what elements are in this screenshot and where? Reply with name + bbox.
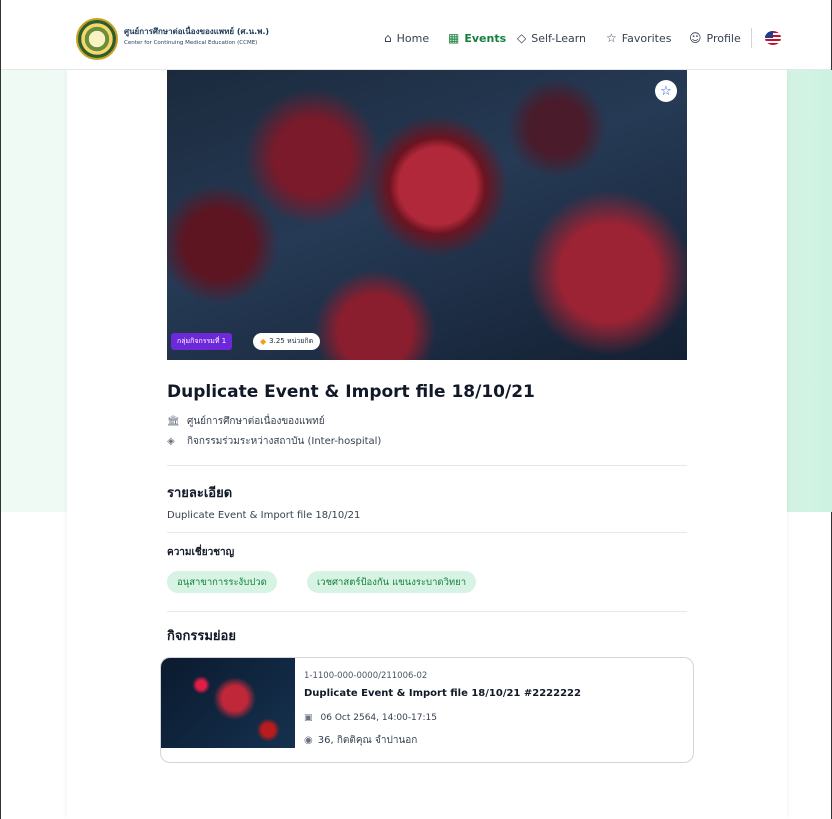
sub-event-card[interactable]: 1-1100-000-0000/211006-02 Duplicate Even…: [160, 657, 694, 763]
logo-title-english: Center for Continuing Medical Education …: [124, 40, 258, 46]
calendar-icon: ▣: [304, 713, 313, 723]
category-label: กิจกรรมร่วมระหว่างสถาบัน (Inter-hospital…: [187, 436, 382, 447]
nav-self-learn[interactable]: ◇ Self-Learn: [517, 30, 586, 46]
event-title: Duplicate Event & Import file 18/10/21: [167, 382, 535, 402]
activity-group-badge: กลุ่มกิจกรรมที่ 1: [171, 333, 233, 350]
nav-profile[interactable]: ☺ Profile: [689, 30, 741, 46]
organizer-label: ศูนย์การศึกษาต่อเนื่องของแพทย์: [187, 416, 325, 427]
smile-icon: ☺: [689, 31, 702, 45]
expertise-chip[interactable]: เวชศาสตร์ป้องกัน แขนงระบาดวิทยา: [307, 571, 477, 593]
institution-icon: 🏛: [167, 416, 180, 427]
nav-divider: [751, 28, 752, 48]
event-hero-image: ☆ กลุ่มกิจกรรมที่ 1 ◆ 3.25 หน่วยกิต: [167, 70, 687, 360]
expertise-chip[interactable]: อนุสาขาการระงับปวด: [167, 571, 277, 593]
sub-event-date-row: ▣ 06 Oct 2564, 14:00-17:15: [304, 713, 437, 723]
credit-label: 3.25 หน่วยกิต: [269, 337, 314, 345]
nav-profile-label: Profile: [706, 31, 741, 45]
nav-favorites-label: Favorites: [621, 31, 672, 45]
sub-event-thumbnail: [161, 658, 295, 748]
home-icon: ⌂: [384, 31, 392, 45]
star-icon: ☆: [606, 31, 617, 45]
sub-event-host-row: ◉ 36, กิตติคุณ จำปานอก: [304, 733, 417, 748]
nav-self-learn-label: Self-Learn: [531, 31, 587, 45]
event-detail-card: ☆ กลุ่มกิจกรรมที่ 1 ◆ 3.25 หน่วยกิต Dupl…: [67, 70, 787, 819]
us-flag-icon[interactable]: [765, 31, 781, 45]
nav-home-label: Home: [396, 31, 430, 45]
calendar-icon: ▦: [448, 31, 460, 45]
sub-event-title: Duplicate Event & Import file 18/10/21 #…: [304, 688, 581, 699]
details-text: Duplicate Event & Import file 18/10/21: [167, 510, 361, 521]
expertise-heading: ความเชี่ยวชาญ: [167, 547, 235, 558]
sub-event-code: 1-1100-000-0000/211006-02: [304, 671, 428, 681]
divider: [167, 532, 687, 533]
logo-text[interactable]: ศูนย์การศึกษาต่อเนื่องของแพทย์ (ศ.น.พ.) …: [124, 25, 269, 46]
graduation-cap-icon: ◇: [517, 31, 527, 45]
tag-icon: ◈: [167, 436, 175, 447]
details-heading: รายละเอียด: [167, 486, 233, 501]
organizer-row: 🏛 ศูนย์การศึกษาต่อเนื่องของแพทย์: [167, 414, 325, 429]
top-navbar: ศูนย์การศึกษาต่อเนื่องของแพทย์ (ศ.น.พ.) …: [1, 0, 831, 70]
nav-home[interactable]: ⌂ Home: [384, 30, 429, 46]
logo-title-thai: ศูนย์การศึกษาต่อเนื่องของแพทย์ (ศ.น.พ.): [124, 27, 270, 36]
nav-favorites[interactable]: ☆ Favorites: [606, 30, 671, 46]
sub-event-date: 06 Oct 2564, 14:00-17:15: [320, 713, 437, 723]
credit-badge: ◆ 3.25 หน่วยกิต: [253, 333, 321, 350]
diamond-icon: ◆: [260, 337, 267, 346]
ccme-logo[interactable]: [76, 18, 118, 60]
sub-activities-heading: กิจกรรมย่อย: [167, 629, 236, 644]
nav-events[interactable]: ▦ Events: [448, 30, 506, 46]
favorite-star-icon[interactable]: ☆: [655, 80, 677, 102]
divider: [167, 611, 687, 612]
user-icon: ◉: [304, 735, 313, 746]
sub-event-host: 36, กิตติคุณ จำปานอก: [317, 735, 418, 746]
category-row: ◈ กิจกรรมร่วมระหว่างสถาบัน (Inter-hospit…: [167, 434, 381, 449]
divider: [167, 465, 687, 466]
nav-events-label: Events: [464, 31, 507, 45]
